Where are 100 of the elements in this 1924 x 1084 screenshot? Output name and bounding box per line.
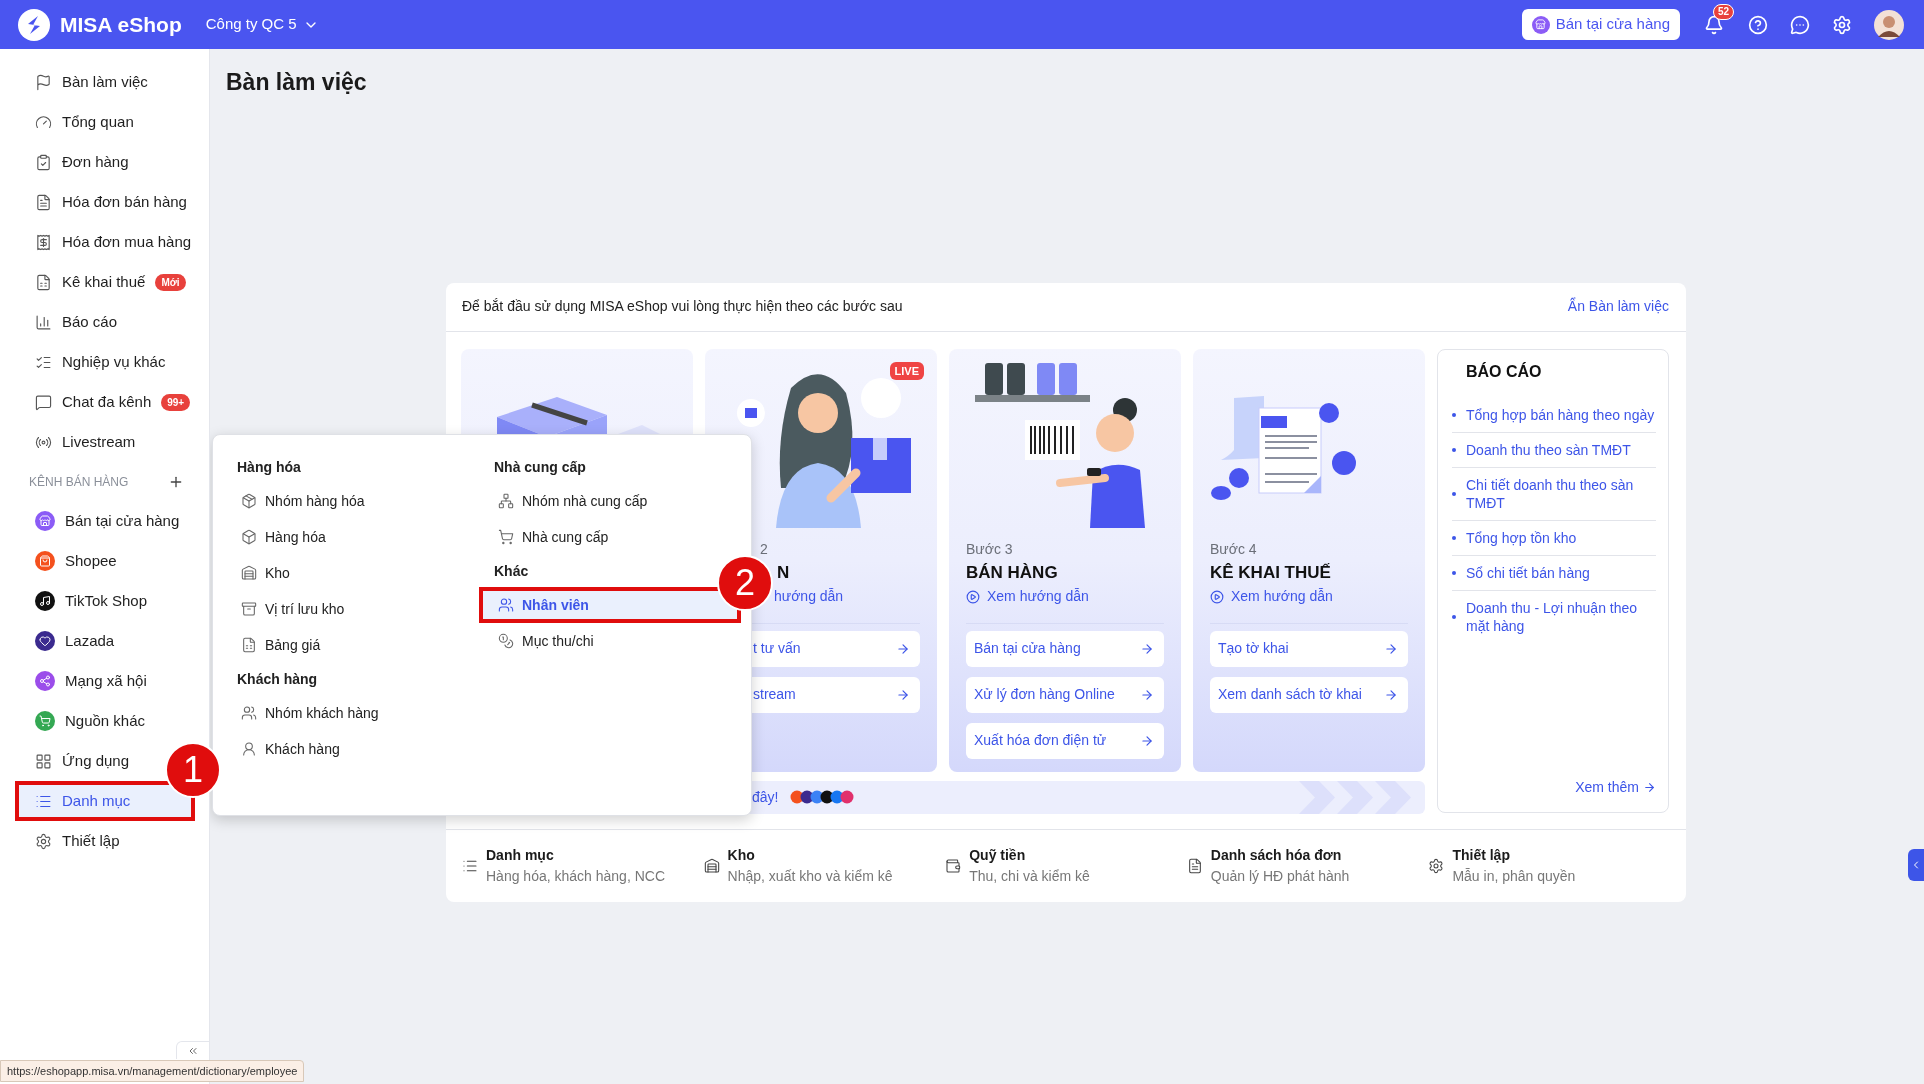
company-selector[interactable]: Công ty QC 5	[205, 13, 319, 36]
menu-group-heading: Khác	[494, 562, 529, 581]
user-icon	[241, 741, 257, 757]
store-button[interactable]: Bán tại cửa hàng	[1521, 9, 1680, 40]
clipboard-icon	[35, 153, 52, 171]
shortcut-subtitle: Hàng hóa, khách hàng, NCC	[486, 866, 665, 886]
arrow-right-icon	[896, 687, 910, 702]
shortcut-subtitle: Mẫu in, phân quyền	[1452, 866, 1576, 886]
cart-icon	[498, 529, 514, 545]
shortcut-item[interactable]: Kho Nhập, xuất kho và kiểm kê	[703, 844, 946, 887]
bullet-icon	[1452, 412, 1456, 417]
shortcut-item[interactable]: Danh sách hóa đơn Quản lý HĐ phát hành	[1186, 844, 1429, 887]
sidebar-item[interactable]: Bàn làm việc	[15, 62, 158, 102]
collapse-icon	[187, 1045, 199, 1057]
step-action-button[interactable]: Bán tại cửa hàng	[966, 630, 1164, 667]
chat-icon	[35, 393, 52, 411]
step-action-button[interactable]: Tạo tờ khai	[1210, 630, 1408, 667]
sidebar-item[interactable]: Nguồn khác	[15, 701, 156, 741]
report-link[interactable]: Doanh thu - Lợi nhuận theo mặt hàng	[1466, 598, 1656, 635]
sidebar-item[interactable]: Lazada	[15, 621, 125, 661]
guide-link[interactable]: Xem hướng dẫn	[1210, 584, 1333, 609]
bullet-icon	[1452, 447, 1456, 452]
report-link[interactable]: Doanh thu theo sàn TMĐT	[1466, 440, 1631, 459]
settings-icon[interactable]	[1832, 14, 1852, 35]
sidebar-item[interactable]: TikTok Shop	[15, 581, 157, 621]
menu-item[interactable]: Nhóm hàng hóa	[222, 483, 462, 519]
sidebar-item[interactable]: Báo cáo	[15, 302, 128, 342]
users-icon	[498, 597, 514, 613]
settings-icon	[35, 832, 52, 850]
sidebar-item[interactable]: Nghiệp vụ khác	[15, 342, 176, 382]
menu-item[interactable]: Nhà cung cấp	[479, 519, 741, 555]
sidebar-item[interactable]: Bán tại cửa hàng	[15, 501, 190, 541]
bullet-icon	[1452, 535, 1456, 540]
page-title: Bàn làm việc	[226, 68, 368, 97]
report-link[interactable]: Sổ chi tiết bán hàng	[1466, 563, 1590, 582]
sidebar-item[interactable]: Đơn hàng	[15, 142, 139, 182]
menu-item[interactable]: Nhóm nhà cung cấp	[479, 483, 741, 519]
menu-item[interactable]: Vị trí lưu kho	[222, 591, 462, 627]
hide-link[interactable]: Ẩn Bàn làm việc	[1567, 296, 1669, 317]
see-more-link[interactable]: Xem thêm	[1452, 776, 1656, 798]
avatar[interactable]	[1874, 9, 1904, 40]
guide-link[interactable]: hướng dẫn	[774, 584, 844, 609]
store-icon	[1531, 15, 1550, 34]
document-icon	[35, 193, 52, 211]
warehouse-icon	[703, 857, 720, 874]
help-icon[interactable]	[1748, 14, 1768, 35]
shortcut-item[interactable]: Danh mục Hàng hóa, khách hàng, NCC	[462, 844, 704, 887]
sidebar-item[interactable]: Thiết lập	[15, 821, 130, 861]
report-link[interactable]: Chi tiết doanh thu theo sàn TMĐT	[1466, 475, 1656, 512]
step-action-button[interactable]: Xem danh sách tờ khai	[1210, 676, 1408, 713]
sidebar-item[interactable]: Ứng dụng	[15, 741, 140, 781]
bar-chart-icon	[35, 313, 52, 331]
menu-item[interactable]: Bảng giá	[222, 627, 462, 663]
shortcut-subtitle: Thu, chi và kiểm kê	[969, 866, 1090, 886]
menu-item[interactable]: Nhóm khách hàng	[222, 695, 462, 731]
step-action-button[interactable]: Xuất hóa đơn điện tử	[966, 722, 1164, 759]
gauge-icon	[35, 113, 52, 131]
sidebar-item[interactable]: Kê khai thuế Mới	[15, 262, 196, 302]
shortcut-item[interactable]: Thiết lập Mẫu in, phân quyền	[1428, 844, 1670, 887]
report-link[interactable]: Tổng hợp bán hàng theo ngày	[1466, 405, 1655, 424]
coins-icon	[498, 633, 514, 649]
receipt-icon	[35, 233, 52, 251]
shortcut-subtitle: Nhập, xuất kho và kiểm kê	[727, 866, 893, 886]
menu-group-heading: Hàng hóa	[237, 458, 301, 477]
shortcut-title: Danh sách hóa đơn	[1210, 845, 1343, 865]
archive-icon	[241, 601, 257, 617]
guide-link[interactable]: Xem hướng dẫn	[966, 584, 1089, 609]
section-heading: KÊNH BÁN HÀNG	[29, 473, 129, 491]
status-badge: Mới	[155, 273, 186, 291]
sidebar-item[interactable]: Shopee	[15, 541, 127, 581]
app-name: MISA eShop	[60, 11, 182, 38]
bell-icon[interactable]	[1704, 14, 1724, 35]
step-title: BÁN HÀNG	[966, 561, 1058, 584]
report-link[interactable]: Tổng hợp tồn kho	[1466, 528, 1577, 547]
bullet-icon	[1452, 491, 1456, 496]
sidebar-item[interactable]: Tổng quan	[15, 102, 144, 142]
step-action-button[interactable]: Xử lý đơn hàng Online	[966, 676, 1164, 713]
shortcut-title: Kho	[727, 845, 756, 865]
step-title: N	[777, 561, 790, 584]
sidebar-item[interactable]: Hóa đơn mua hàng	[15, 222, 202, 262]
sidebar-item[interactable]: Mạng xã hội	[15, 661, 157, 701]
status-url: https://eshopapp.misa.vn/management/dictionary/employee	[0, 1059, 305, 1082]
flag-icon	[35, 73, 52, 91]
menu-item[interactable]: Hàng hóa	[222, 519, 462, 555]
reports-title: BÁO CÁO	[1465, 361, 1543, 382]
menu-item[interactable]: Kho	[222, 555, 462, 591]
sidebar-item[interactable]: Livestream	[15, 422, 146, 462]
side-panel-tab[interactable]	[1908, 849, 1924, 881]
sidebar-item[interactable]: Hóa đơn bán hàng	[15, 182, 197, 222]
sidebar-item[interactable]: Chat đa kênh 99+	[15, 382, 201, 422]
sidebar-item[interactable]: Danh mục	[15, 781, 195, 821]
shortcut-item[interactable]: Quỹ tiền Thu, chi và kiểm kê	[945, 844, 1187, 887]
step-title: KÊ KHAI THUẾ	[1210, 561, 1331, 584]
chat-icon[interactable]	[1790, 14, 1810, 35]
count-badge: 99+	[161, 393, 191, 411]
arrow-right-icon	[1643, 780, 1656, 794]
warehouse-icon	[241, 565, 257, 581]
step-number: Bước 3	[966, 539, 1013, 559]
live-badge: LIVE	[889, 361, 924, 380]
menu-item[interactable]: Khách hàng	[222, 731, 462, 767]
